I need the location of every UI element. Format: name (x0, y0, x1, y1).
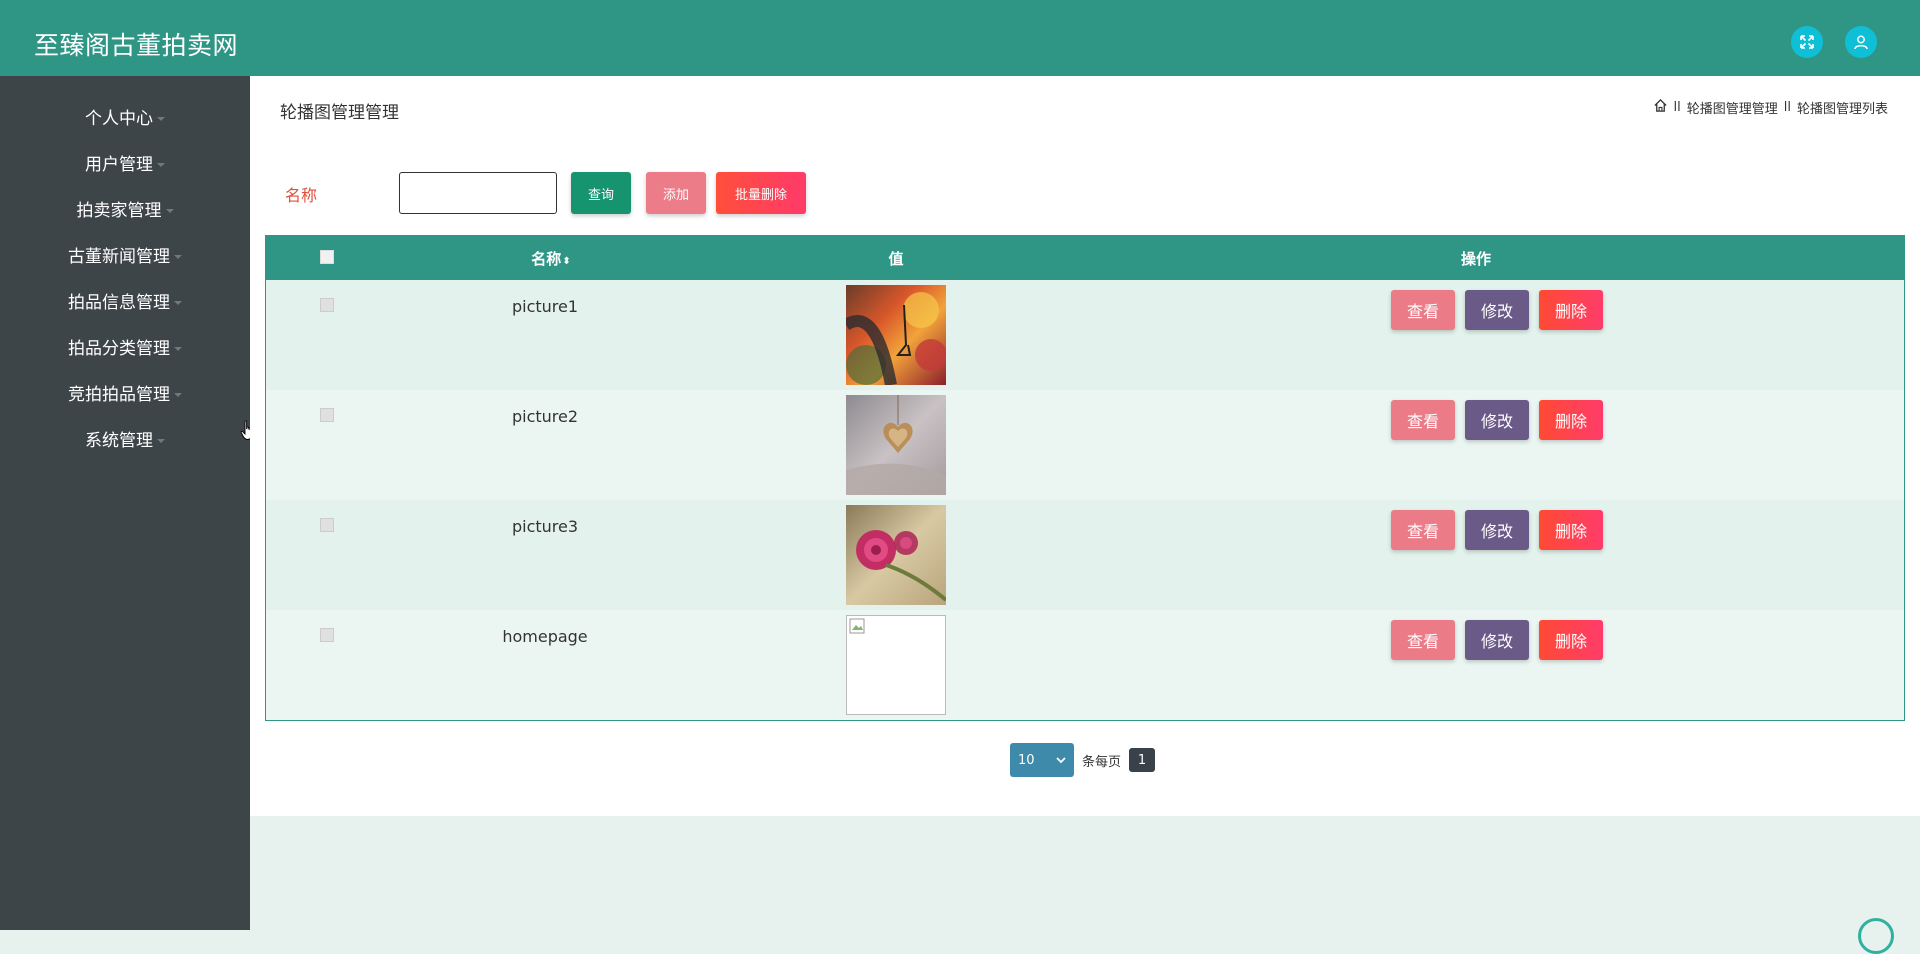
chevron-down-icon (157, 163, 165, 167)
sidebar-item-lot-category-management[interactable]: 拍品分类管理 (0, 338, 250, 360)
delete-button[interactable]: 删除 (1539, 290, 1603, 330)
per-page-label: 条每页 (1082, 754, 1122, 770)
sidebar-item-label: 拍品信息管理 (68, 293, 170, 313)
expand-icon[interactable] (1791, 26, 1823, 58)
delete-button[interactable]: 删除 (1539, 620, 1603, 660)
page-title: 轮播图管理管理 (280, 103, 399, 123)
select-all-checkbox[interactable] (320, 250, 334, 264)
breadcrumb-separator: ll (1783, 100, 1791, 115)
row-name: picture2 (511, 407, 579, 426)
delete-button[interactable]: 删除 (1539, 510, 1603, 550)
breadcrumb-separator: ll (1673, 100, 1681, 115)
view-button[interactable]: 查看 (1391, 620, 1455, 660)
sidebar-item-label: 个人中心 (85, 109, 153, 129)
column-header-value: 值 (888, 250, 904, 268)
chevron-down-icon (157, 117, 165, 121)
table-row: picture1 查看 修改 删除 (266, 280, 1904, 390)
main-content: 轮播图管理管理 ll 轮播图管理管理 ll 轮播图管理列表 名称 查询 添加 批… (250, 76, 1920, 816)
chevron-down-icon (1056, 753, 1066, 768)
broken-image-icon (846, 615, 946, 715)
query-button[interactable]: 查询 (571, 172, 631, 214)
breadcrumb-item-management[interactable]: 轮播图管理管理 (1687, 98, 1778, 117)
edit-button[interactable]: 修改 (1465, 620, 1529, 660)
page-size-value: 10 (1018, 752, 1035, 768)
sidebar-item-label: 竞拍拍品管理 (68, 385, 170, 405)
table-header: 名称⬍ 值 操作 (266, 236, 1904, 280)
view-button[interactable]: 查看 (1391, 510, 1455, 550)
floating-circle-icon[interactable] (1858, 918, 1894, 954)
sidebar-item-personal-center[interactable]: 个人中心 (0, 108, 250, 130)
column-header-actions: 操作 (1460, 250, 1491, 268)
sidebar-item-auctioneer-management[interactable]: 拍卖家管理 (0, 200, 250, 222)
top-bar: 至臻阁古董拍卖网 (0, 0, 1920, 76)
chevron-down-icon (174, 347, 182, 351)
view-button[interactable]: 查看 (1391, 400, 1455, 440)
row-checkbox[interactable] (320, 298, 334, 312)
photo-red-roses (846, 505, 946, 605)
chevron-down-icon (165, 209, 174, 213)
sidebar-item-label: 用户管理 (85, 155, 153, 175)
sidebar-item-system-management[interactable]: 系统管理 (0, 430, 250, 452)
row-name: picture1 (511, 297, 579, 316)
edit-button[interactable]: 修改 (1465, 400, 1529, 440)
row-checkbox[interactable] (320, 518, 334, 532)
add-button[interactable]: 添加 (646, 172, 706, 214)
name-filter-label: 名称 (285, 186, 318, 205)
photo-heart-pendant (846, 395, 946, 495)
edit-button[interactable]: 修改 (1465, 510, 1529, 550)
table-row: picture2 查看 修改 删除 (266, 390, 1904, 500)
page-number-current[interactable]: 1 (1129, 748, 1156, 772)
pagination: 10 条每页 1 (1010, 743, 1156, 777)
sidebar: 个人中心 用户管理 拍卖家管理 古董新闻管理 拍品信息管理 拍品分类管理 竞拍拍… (0, 76, 250, 930)
edit-button[interactable]: 修改 (1465, 290, 1529, 330)
sidebar-item-label: 拍卖家管理 (76, 201, 162, 221)
sidebar-item-bidding-lot-management[interactable]: 竞拍拍品管理 (0, 384, 250, 406)
chevron-down-icon (157, 439, 165, 443)
table-row: picture3 查看 修改 删除 (266, 500, 1904, 610)
column-header-name[interactable]: 名称⬍ (521, 248, 581, 269)
user-icon[interactable] (1845, 26, 1877, 58)
name-search-input[interactable] (399, 172, 557, 214)
chevron-down-icon (174, 301, 182, 305)
sidebar-item-label: 系统管理 (85, 431, 153, 451)
row-name: picture3 (511, 517, 579, 536)
table-row: homepage 查看 修改 删除 (266, 610, 1904, 720)
chevron-down-icon (174, 393, 182, 397)
row-checkbox[interactable] (320, 628, 334, 642)
sidebar-item-label: 古董新闻管理 (68, 247, 170, 267)
sidebar-item-antique-news-management[interactable]: 古董新闻管理 (0, 246, 250, 268)
breadcrumb-item-list: 轮播图管理列表 (1796, 102, 1888, 117)
chevron-down-icon (174, 255, 182, 259)
delete-button[interactable]: 删除 (1539, 400, 1603, 440)
view-button[interactable]: 查看 (1391, 290, 1455, 330)
row-checkbox[interactable] (320, 408, 334, 422)
breadcrumb: ll 轮播图管理管理 ll 轮播图管理列表 (1653, 98, 1888, 117)
photo-colorful-bokeh (846, 285, 946, 385)
site-title: 至臻阁古董拍卖网 (34, 31, 239, 60)
sort-icon[interactable]: ⬍ (562, 256, 570, 267)
page-size-select[interactable]: 10 (1010, 743, 1074, 777)
sidebar-item-user-management[interactable]: 用户管理 (0, 154, 250, 176)
row-name: homepage (502, 627, 588, 646)
sidebar-item-lot-info-management[interactable]: 拍品信息管理 (0, 292, 250, 314)
carousel-table: 名称⬍ 值 操作 picture1 查看 修改 删除 picture2 查看 修… (265, 235, 1905, 721)
batch-delete-button[interactable]: 批量删除 (716, 172, 806, 214)
home-icon[interactable] (1653, 98, 1668, 117)
sidebar-item-label: 拍品分类管理 (68, 339, 170, 359)
